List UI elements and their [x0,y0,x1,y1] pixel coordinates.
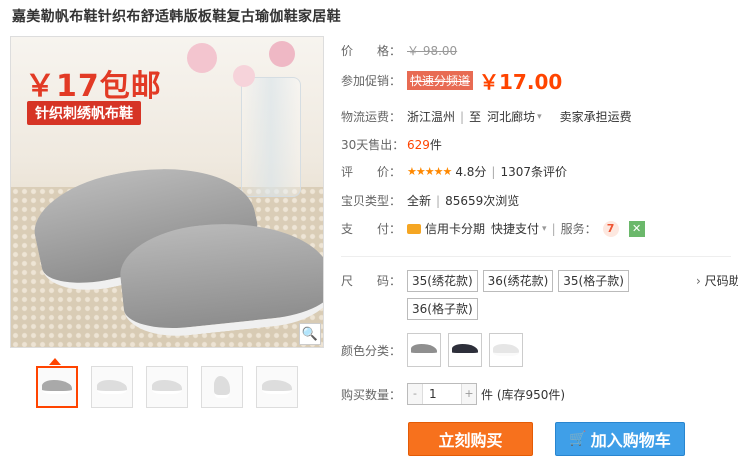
stock-info: 件 (库存950件) [481,387,566,402]
sales-row: 30天售出： 629 件 [341,136,442,153]
type-value: 全新 [407,194,432,208]
thumbnail-item[interactable] [36,366,78,408]
size-option[interactable]: 36(绣花款) [482,270,554,292]
payment-card[interactable]: 信用卡分期 [425,220,485,237]
shipping-note: 卖家承担运费 [559,110,632,124]
flower-decoration [233,65,255,87]
buy-now-button[interactable]: 立刻购买 [408,422,533,456]
separator: | [436,193,441,208]
color-option-black[interactable] [448,333,482,367]
zoom-icon[interactable]: 🔍 [299,323,321,345]
seven-day-return-icon[interactable]: 7 [602,220,619,237]
size-option[interactable]: 35(绣花款) [407,270,478,292]
cart-icon: 🛒 [569,431,587,447]
main-product-image[interactable]: ￥17包邮 针织刺绣帆布鞋 🔍 [10,36,324,348]
quantity-row: 购买数量： - + 件 (库存950件) [341,383,565,405]
size-chart-link[interactable]: › 尺码助 [696,272,738,289]
size-label: 尺 码： [341,274,402,288]
vase-decoration [241,77,301,197]
size-row: 尺 码： 35(绣花款) 36(绣花款) 35(格子款) 36(格子款) › 尺码助 [341,270,738,320]
separator: | [460,109,465,124]
product-title: 嘉美勒帆布鞋针织布舒适韩版板鞋复古瑜伽鞋家居鞋 [12,9,341,25]
quantity-input[interactable] [422,384,462,404]
rating-stars-icon: ★★★★★ [407,165,452,178]
payment-row: 支 付： 信用卡分期 快捷支付 ▾ | 服务： 7 ✕ [341,220,645,237]
color-option-grey[interactable] [407,333,441,367]
view-count: 85659次浏览 [445,194,520,208]
review-count-link[interactable]: 1307条评价 [500,163,567,180]
shipping-to-label: 至 [469,110,482,124]
price-label: 价 格： [341,44,402,58]
thumbnail-strip [36,366,298,408]
active-thumb-indicator [49,358,61,365]
promo-row: 参加促销： 快速分频道 ￥17.00 [341,66,562,95]
chevron-down-icon[interactable]: ▾ [542,224,547,234]
chevron-down-icon[interactable]: ▾ [537,112,542,122]
add-to-cart-button[interactable]: 🛒 加入购物车 [555,422,685,456]
shipping-from: 浙江温州 [407,110,456,124]
quantity-label: 购买数量： [341,387,402,402]
service-label: 服务： [560,222,597,236]
price-row: 价 格： ￥ 98.00 [341,42,457,59]
color-option-white[interactable] [489,333,523,367]
size-option[interactable]: 35(格子款) [558,270,629,292]
payment-label: 支 付： [341,222,402,236]
size-option[interactable]: 36(格子款) [407,298,478,320]
color-row: 颜色分类： [341,333,530,367]
separator: | [551,221,556,236]
sales-count: 629 [407,137,430,152]
size-chart-label: 尺码助 [704,274,738,288]
divider [341,256,731,257]
type-label: 宝贝类型： [341,194,402,208]
thumbnail-item[interactable] [256,366,298,408]
type-row: 宝贝类型： 全新 | 85659次浏览 [341,192,519,209]
quantity-stepper: - + [407,383,477,405]
increase-button[interactable]: + [462,384,476,404]
thumbnail-item[interactable] [146,366,188,408]
promo-badge: ￥17包邮 [25,69,162,104]
buy-now-label: 立刻购买 [438,431,503,450]
shipping-row: 物流运费： 浙江温州 | 至 河北廊坊 ▾ 卖家承担运费 [341,108,632,125]
flower-decoration [187,43,217,73]
credit-card-icon [407,223,421,234]
rating-row: 评 价： ★★★★★ 4.8分 | 1307条评价 [341,163,567,180]
shipping-destination[interactable]: 河北廊坊 [487,108,535,125]
promo-label: 参加促销： [341,74,402,88]
flower-decoration [269,41,295,67]
thumbnail-item[interactable] [91,366,133,408]
separator: | [491,164,496,179]
shipping-label: 物流运费： [341,110,402,124]
promo-price: ￥17.00 [479,70,563,94]
sales-unit: 件 [429,138,442,152]
rating-label: 评 价： [341,165,402,179]
guarantee-icon[interactable]: ✕ [628,220,645,237]
payment-quick[interactable]: 快捷支付 [491,220,539,237]
sales-label: 30天售出： [341,138,405,152]
decrease-button[interactable]: - [408,384,422,404]
promo-subtitle: 针织刺绣帆布鞋 [27,101,141,125]
promo-tag[interactable]: 快速分频道 [407,71,474,90]
color-label: 颜色分类： [341,343,402,358]
add-to-cart-label: 加入购物车 [590,431,671,450]
thumbnail-item[interactable] [201,366,243,408]
rating-score: 4.8分 [455,165,487,179]
original-price: ￥ 98.00 [407,44,458,58]
